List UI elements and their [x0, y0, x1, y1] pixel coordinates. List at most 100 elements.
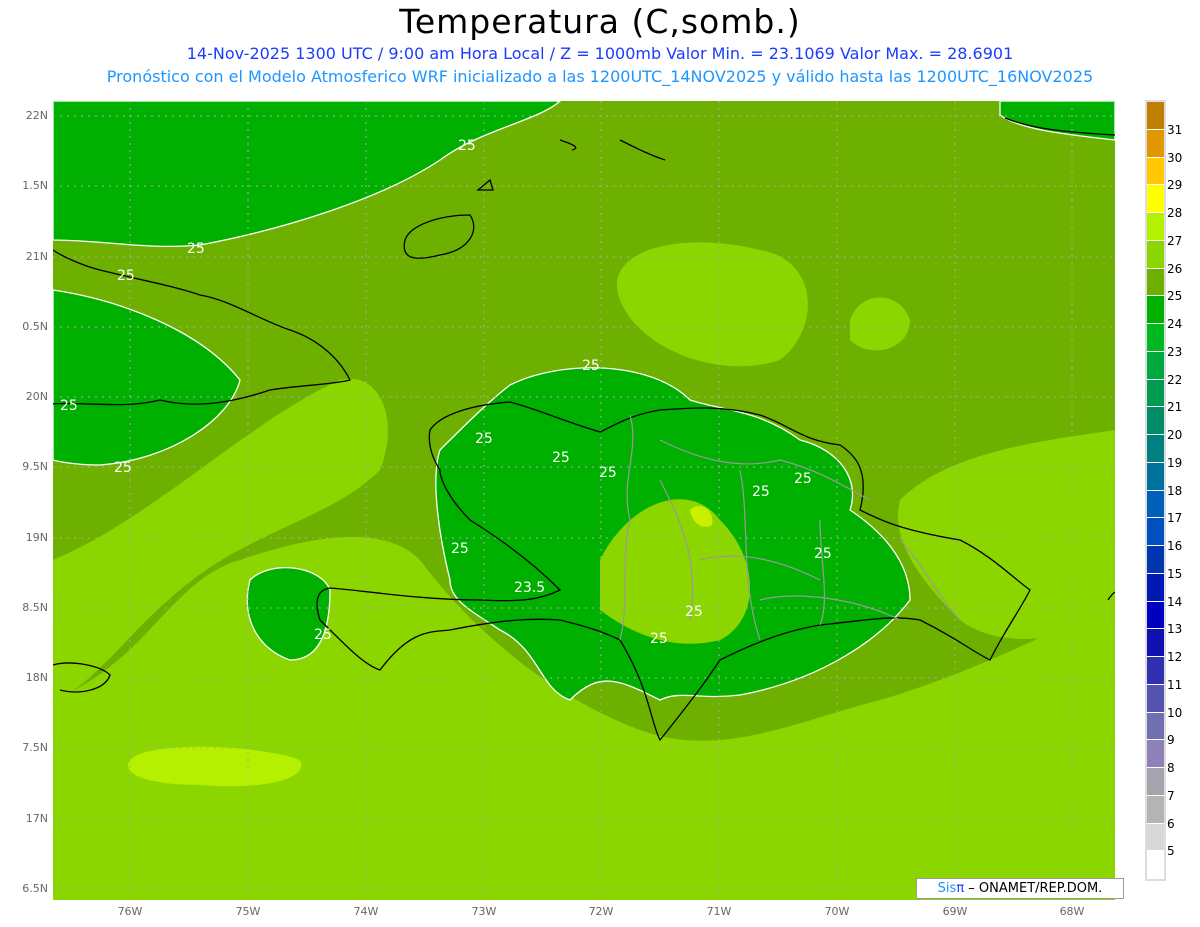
colorbar-swatch	[1147, 546, 1164, 574]
colorbar-swatch	[1147, 296, 1164, 324]
colorbar-label: 22	[1167, 372, 1183, 387]
credit-box: Sisπ – ONAMET/REP.DOM.	[916, 878, 1124, 899]
lon-label: 72W	[588, 905, 614, 918]
colorbar-label: 18	[1167, 483, 1183, 498]
colorbar-label: 7	[1167, 788, 1175, 803]
colorbar-swatch	[1147, 268, 1164, 297]
contour-label: 25	[814, 546, 832, 562]
lon-label: 75W	[235, 905, 261, 918]
lat-label: 22N	[25, 109, 48, 122]
lon-label: 73W	[471, 905, 497, 918]
colorbar-swatch	[1147, 712, 1164, 741]
colorbar-label: 25	[1167, 289, 1183, 304]
colorbar-label: 16	[1167, 539, 1183, 553]
colorbar-swatch	[1147, 684, 1164, 713]
lat-label: 17N	[25, 812, 48, 825]
lat-label: 20N	[25, 390, 48, 403]
lon-label: 76W	[117, 905, 143, 918]
lon-label: 69W	[942, 905, 968, 918]
colorbar-swatch	[1147, 407, 1164, 435]
colorbar-swatch	[1147, 573, 1164, 602]
credit-text: – ONAMET/REP.DOM.	[968, 881, 1103, 896]
colorbar-swatch	[1147, 629, 1164, 657]
colorbar-swatch	[1147, 213, 1164, 241]
colorbar-swatch	[1147, 518, 1164, 546]
colorbar-swatch	[1147, 768, 1164, 796]
colorbar-swatch	[1147, 657, 1164, 685]
lat-label: 6.5N	[22, 882, 48, 895]
contour-label: 25	[599, 465, 617, 481]
colorbar-label: 21	[1167, 400, 1183, 415]
colorbar-swatch	[1147, 185, 1164, 213]
map-subtitle-model-info: Pronóstico con el Modelo Atmosferico WRF…	[106, 67, 1094, 86]
colorbar-label: 6	[1167, 816, 1175, 831]
colorbar-swatch	[1147, 490, 1164, 519]
colorbar-swatch	[1147, 379, 1164, 408]
colorbar-swatch	[1147, 851, 1164, 879]
contour-label: 25	[458, 138, 476, 154]
colorbar-swatch	[1147, 240, 1164, 269]
lat-label: 8.5N	[22, 601, 48, 614]
colorbar-label: 8	[1167, 761, 1175, 775]
lat-label: 21N	[25, 250, 48, 263]
colorbar-label: 5	[1167, 844, 1175, 859]
colorbar-swatch	[1147, 324, 1164, 352]
colorbar-swatch	[1147, 102, 1164, 130]
colorbar-swatch	[1147, 795, 1164, 824]
colorbar-label: 31	[1167, 122, 1183, 137]
colorbar-label: 23	[1167, 344, 1183, 359]
colorbar-label: 24	[1167, 317, 1183, 331]
colorbar-swatch	[1147, 823, 1164, 852]
lon-label: 74W	[353, 905, 379, 918]
contour-label: 25	[117, 268, 135, 284]
colorbar-label: 11	[1167, 677, 1183, 692]
lat-label: 9.5N	[22, 460, 48, 473]
lon-label: 70W	[824, 905, 850, 918]
colorbar-label: 17	[1167, 511, 1183, 526]
contour-label: 25	[650, 631, 668, 647]
colorbar-label: 15	[1167, 566, 1183, 581]
lat-label: 7.5N	[22, 741, 48, 754]
colorbar-swatch	[1147, 601, 1164, 630]
colorbar-label: 27	[1167, 233, 1183, 248]
lat-label: 0.5N	[22, 320, 48, 333]
contour-label: 25	[60, 398, 78, 414]
contour-label: 25	[314, 627, 332, 643]
colorbar-swatch	[1147, 435, 1164, 463]
colorbar-label: 14	[1167, 594, 1183, 609]
colorbar-swatch	[1147, 351, 1164, 380]
colorbar-label: 28	[1167, 206, 1183, 220]
map-subtitle-time-range: 14-Nov-2025 1300 UTC / 9:00 am Hora Loca…	[186, 44, 1014, 63]
lon-label: 71W	[706, 905, 732, 918]
contour-label: 23.5	[514, 580, 545, 596]
lon-label: 68W	[1059, 905, 1085, 918]
contour-label: 25	[187, 241, 205, 257]
colorbar-swatch	[1147, 462, 1164, 491]
colorbar-swatch	[1147, 740, 1164, 768]
contour-label: 25	[685, 604, 703, 620]
colorbar-label: 29	[1167, 178, 1183, 193]
lat-label: 18N	[25, 671, 48, 684]
colorbar-swatch	[1147, 129, 1164, 158]
contour-label: 25	[794, 471, 812, 487]
colorbar-label: 26	[1167, 261, 1183, 276]
colorbar-swatch	[1147, 157, 1164, 186]
lat-label: 19N	[25, 531, 48, 544]
contour-label: 25	[114, 460, 132, 476]
contour-label: 25	[552, 450, 570, 466]
contour-label: 25	[582, 358, 600, 374]
lat-label: 1.5N	[22, 179, 48, 192]
colorbar-label: 10	[1167, 705, 1183, 720]
colorbar-label: 9	[1167, 733, 1175, 748]
colorbar-label: 13	[1167, 622, 1183, 637]
pi-icon: π	[956, 881, 965, 896]
contour-label: 25	[475, 431, 493, 447]
colorbar-label: 19	[1167, 455, 1183, 470]
contour-label: 25	[451, 541, 469, 557]
colorbar-label: 12	[1167, 650, 1183, 664]
colorbar-label: 20	[1167, 428, 1183, 442]
temperature-map: 25 25 25 25 25 25 25 25 25 25 25 25 25 2…	[53, 101, 1115, 900]
credit-brand: Sis	[937, 881, 957, 896]
contour-label: 25	[752, 484, 770, 500]
map-title: Temperatura (C,somb.)	[399, 2, 801, 41]
